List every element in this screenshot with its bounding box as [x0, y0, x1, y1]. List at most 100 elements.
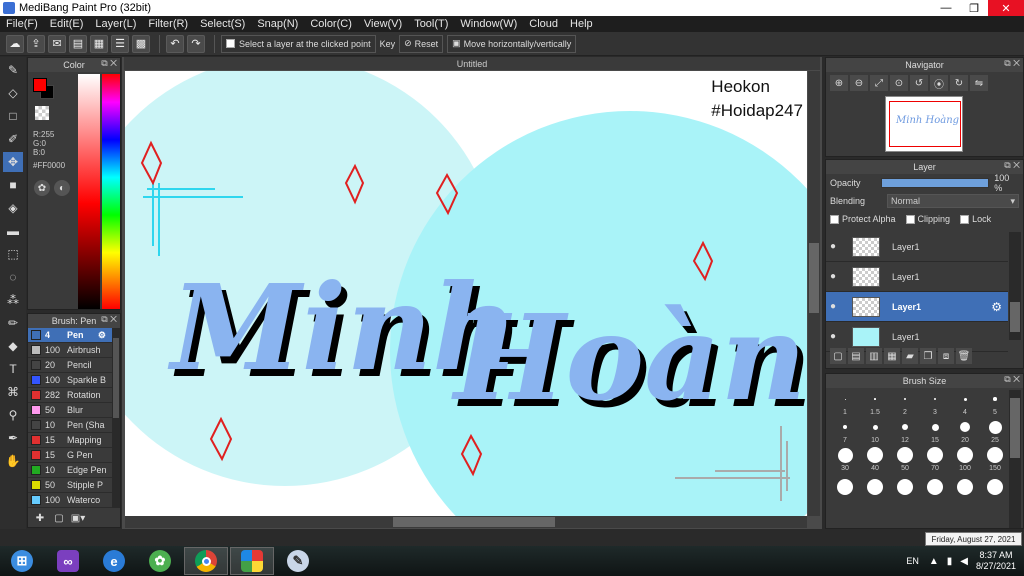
scroll-thumb[interactable]	[1010, 398, 1020, 458]
document-icon[interactable]: ▦	[90, 34, 108, 53]
brush-tool-icon[interactable]: ✎	[3, 60, 23, 80]
taskbar-medibang[interactable]	[230, 547, 274, 575]
undo-icon[interactable]: ↶	[166, 34, 184, 53]
cloud-icon[interactable]: ☁	[6, 34, 24, 53]
layer-item[interactable]: ● Layer1	[826, 262, 1008, 292]
canvas-horizontal-scrollbar[interactable]	[125, 516, 807, 528]
brush-item[interactable]: 100 Airbrush	[28, 343, 120, 358]
taskbar-internet-explorer[interactable]: e	[92, 547, 136, 575]
gradient-tool-icon[interactable]: ▬	[3, 221, 23, 241]
select-eraser-tool-icon[interactable]: ◆	[3, 336, 23, 356]
clipping-checkbox[interactable]: Clipping	[905, 214, 950, 224]
layer-menu-icon[interactable]: ▦	[884, 348, 900, 364]
new-layer-icon[interactable]: ▢	[830, 348, 846, 364]
color-picker-icon[interactable]: ◐	[54, 180, 70, 196]
scroll-thumb[interactable]	[113, 338, 119, 418]
menu-cloud[interactable]: Cloud	[523, 18, 564, 30]
menu-help[interactable]: Help	[564, 18, 599, 30]
scroll-thumb[interactable]	[393, 517, 555, 527]
brush-size-option[interactable]: 10	[860, 418, 890, 444]
fit-icon[interactable]: ⤢	[870, 75, 888, 91]
eraser-tool-icon[interactable]: ◇	[3, 83, 23, 103]
layer-item[interactable]: ● Layer1	[826, 232, 1008, 262]
brush-size-option[interactable]: 1.5	[860, 390, 890, 416]
brush-item[interactable]: 15 G Pen	[28, 448, 120, 463]
rotate-reset-icon[interactable]: ⦿	[930, 75, 948, 91]
menu-layer[interactable]: Layer(L)	[89, 18, 142, 30]
brush-size-option[interactable]: 70	[920, 446, 950, 472]
brush-menu-icon[interactable]: ▣▾	[70, 511, 86, 525]
canvas-vertical-scrollbar[interactable]	[808, 71, 820, 516]
layer-list-scrollbar[interactable]	[1009, 232, 1021, 340]
magic-wand-tool-icon[interactable]: ⁂	[3, 290, 23, 310]
brush-size-option[interactable]: 2	[890, 390, 920, 416]
brush-item[interactable]: 50 Blur	[28, 403, 120, 418]
rotate-left-icon[interactable]: ↺	[910, 75, 928, 91]
brush-item[interactable]: 100 Waterco	[28, 493, 120, 508]
navigator-preview[interactable]: Minh Hoàng	[885, 96, 963, 152]
brush-item[interactable]: 10 Pen (Sha	[28, 418, 120, 433]
brush-size-option[interactable]: 30	[830, 446, 860, 472]
delete-layer-icon[interactable]: 🗑	[956, 348, 972, 364]
start-button[interactable]: ⊞	[0, 547, 44, 575]
taskbar-coccoc[interactable]: ✿	[138, 547, 182, 575]
grid-icon[interactable]: ▩	[132, 34, 150, 53]
brush-size-option[interactable]: 5	[980, 390, 1010, 416]
brush-size-option[interactable]	[890, 474, 920, 500]
palette-icon[interactable]: ✿	[34, 180, 50, 196]
panel-float-close-icon[interactable]: ⧉ ✕	[101, 58, 117, 69]
rotate-right-icon[interactable]: ↻	[950, 75, 968, 91]
lock-checkbox[interactable]: Lock	[960, 214, 991, 224]
brush-item[interactable]: 4 Pen ⚙	[28, 328, 120, 343]
layer-item[interactable]: ● Layer1 ⚙	[826, 292, 1008, 322]
select-pen-tool-icon[interactable]: ✏	[3, 313, 23, 333]
brush-size-scrollbar[interactable]	[1009, 390, 1021, 528]
brush-size-option[interactable]: 25	[980, 418, 1010, 444]
tray-up-arrow-icon[interactable]: ▲	[929, 556, 939, 567]
foreground-color-swatch[interactable]	[33, 78, 47, 92]
folder-icon[interactable]: ▰	[902, 348, 918, 364]
brush-size-option[interactable]	[980, 474, 1010, 500]
transparent-color-swatch[interactable]	[35, 106, 49, 120]
fill-rect-tool-icon[interactable]: ■	[3, 175, 23, 195]
brush-size-option[interactable]: 150	[980, 446, 1010, 472]
menu-tool[interactable]: Tool(T)	[408, 18, 454, 30]
brush-item[interactable]: 20 Pencil	[28, 358, 120, 373]
visibility-icon[interactable]: ●	[830, 331, 844, 342]
gear-icon[interactable]: ⚙	[991, 300, 1002, 314]
brush-item[interactable]: 282 Rotation	[28, 388, 120, 403]
network-icon[interactable]: ▮	[947, 556, 953, 567]
visibility-icon[interactable]: ●	[830, 271, 844, 282]
canvas-tab[interactable]: Untitled	[124, 57, 820, 70]
protect-alpha-checkbox[interactable]: Protect Alpha	[830, 214, 896, 224]
menu-window[interactable]: Window(W)	[454, 18, 523, 30]
brush-item[interactable]: 15 Mapping	[28, 433, 120, 448]
close-button[interactable]: ✕	[988, 0, 1024, 16]
panel-float-close-icon[interactable]: ⧉ ✕	[1004, 58, 1020, 69]
list-icon[interactable]: ☰	[111, 34, 129, 53]
brush-size-option[interactable]: 4	[950, 390, 980, 416]
brush-size-option[interactable]	[830, 474, 860, 500]
menu-edit[interactable]: Edit(E)	[44, 18, 90, 30]
text-tool-icon[interactable]: T	[3, 359, 23, 379]
add-brush-icon[interactable]: ✚	[32, 511, 48, 525]
move-hv-button[interactable]: ▣ Move horizontally/vertically	[447, 34, 577, 53]
minimize-button[interactable]: —	[932, 0, 960, 16]
pen-tool-icon[interactable]: ✐	[3, 129, 23, 149]
brush-size-option[interactable]	[920, 474, 950, 500]
visibility-icon[interactable]: ●	[830, 301, 844, 312]
flip-icon[interactable]: ⇋	[970, 75, 988, 91]
clock[interactable]: 8:37 AM 8/27/2021	[976, 550, 1016, 572]
brush-size-option[interactable]: 40	[860, 446, 890, 472]
taskbar-paint[interactable]: ✎	[276, 547, 320, 575]
pen-nib-tool-icon[interactable]: ✒	[3, 428, 23, 448]
note-icon[interactable]: ▤	[69, 34, 87, 53]
reset-button[interactable]: ⊘ Reset	[399, 34, 444, 53]
zoom-out-icon[interactable]: ⊖	[850, 75, 868, 91]
taskbar-visual-studio[interactable]: ∞	[46, 547, 90, 575]
brush-size-option[interactable]: 100	[950, 446, 980, 472]
panel-float-close-icon[interactable]: ⧉ ✕	[101, 314, 117, 325]
panel-float-close-icon[interactable]: ⧉ ✕	[1004, 374, 1020, 385]
canvas[interactable]: Minh Hoàng Minh Hoàng Heokon #Hoidap247	[125, 71, 807, 516]
brush-size-option[interactable]	[950, 474, 980, 500]
